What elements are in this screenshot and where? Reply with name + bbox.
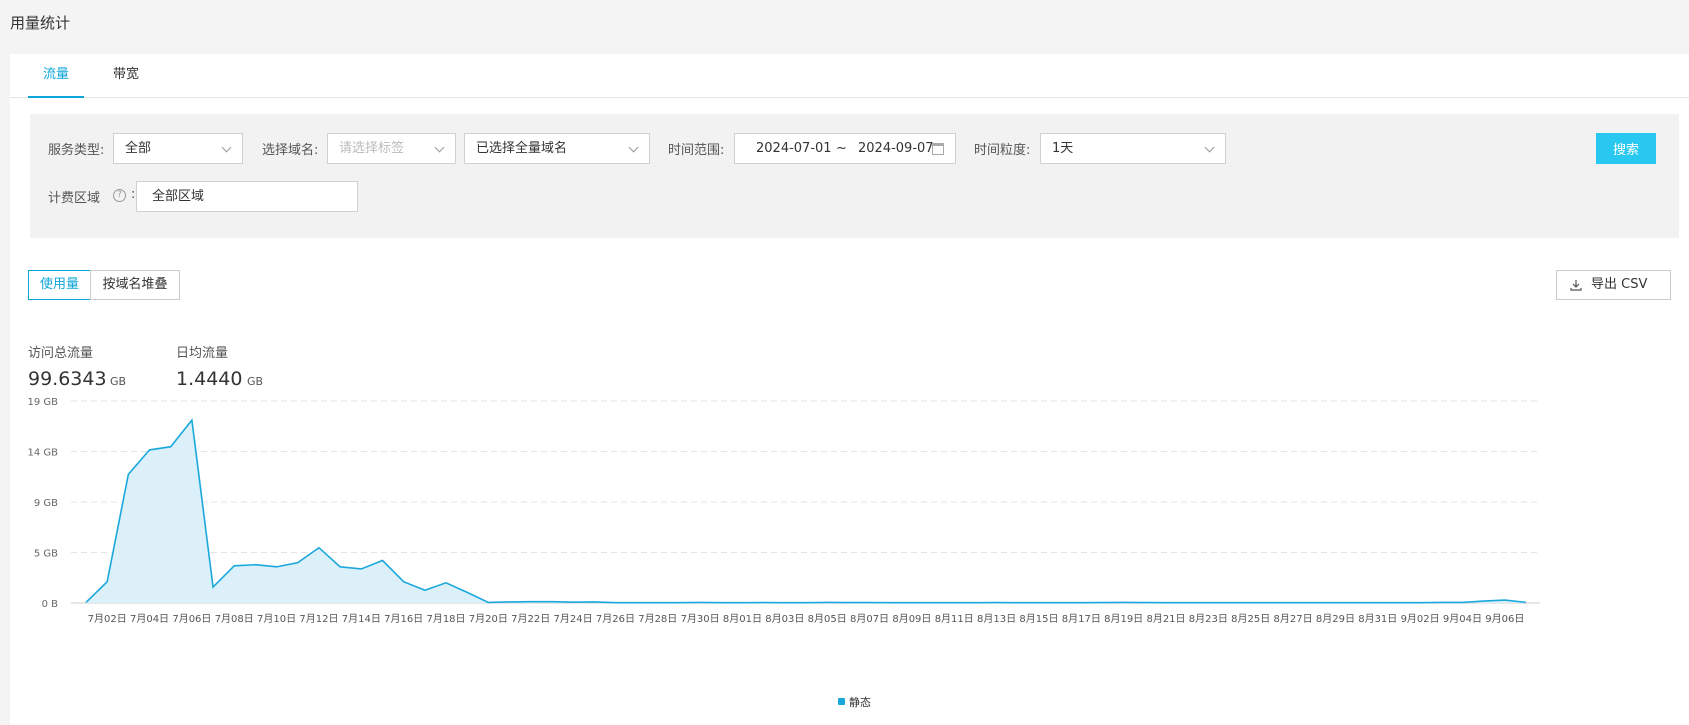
x-tick-label: 7月10日 xyxy=(257,613,296,625)
x-tick-label: 7月20日 xyxy=(469,613,508,625)
granularity-value: 1天 xyxy=(1052,141,1074,156)
chevron-down-icon xyxy=(221,142,232,153)
x-tick-label: 7月28日 xyxy=(638,613,677,625)
time-range-label: 时间范围: xyxy=(668,143,725,158)
y-tick-label: 14 GB xyxy=(27,448,58,459)
stack-by-domain-toggle[interactable]: 按域名堆叠 xyxy=(90,270,180,300)
x-tick-label: 8月03日 xyxy=(765,613,804,625)
x-tick-label: 8月27日 xyxy=(1274,613,1313,625)
x-tick-label: 8月11日 xyxy=(935,613,974,625)
download-icon xyxy=(1570,280,1582,291)
x-tick-label: 9月06日 xyxy=(1485,613,1524,625)
usage-toggle[interactable]: 使用量 xyxy=(28,270,91,300)
x-tick-label: 8月21日 xyxy=(1146,613,1185,625)
tab-bar: 流量 带宽 xyxy=(10,54,1689,98)
granularity-label: 时间粒度: xyxy=(974,143,1031,158)
search-button[interactable]: 搜索 xyxy=(1596,133,1656,164)
billing-region-label: 计费区域 xyxy=(48,191,101,206)
x-tick-label: 8月01日 xyxy=(723,613,762,625)
date-start: 2024-07-01 xyxy=(756,141,832,156)
x-tick-label: 8月31日 xyxy=(1358,613,1397,625)
help-icon[interactable]: ? xyxy=(113,189,126,202)
x-tick-label: 8月17日 xyxy=(1062,613,1101,625)
granularity-select[interactable]: 1天 xyxy=(1040,133,1226,164)
filter-panel: 服务类型: 全部 选择域名: 请选择标签 已选择全量域名 时间范围: 2024-… xyxy=(30,114,1679,238)
traffic-chart: 0 B 5 GB 9 GB 14 GB 19 GB 7月02日 7月04日 7月06日 7月08… xyxy=(27,397,1540,625)
service-type-label: 服务类型: xyxy=(48,143,105,158)
daily-traffic-label: 日均流量 xyxy=(176,346,229,361)
domain-label: 选择域名: xyxy=(262,143,319,158)
x-tick-label: 7月14日 xyxy=(342,613,381,625)
series-area-static xyxy=(86,420,1526,603)
x-tick-label: 9月02日 xyxy=(1401,613,1440,625)
x-tick-label: 8月09日 xyxy=(892,613,931,625)
domain-value: 已选择全量域名 xyxy=(476,141,568,156)
x-tick-label: 7月26日 xyxy=(596,613,635,625)
x-tick-label: 8月13日 xyxy=(977,613,1016,625)
x-tick-label: 9月04日 xyxy=(1443,613,1482,625)
billing-region-select[interactable]: 全部区域 xyxy=(136,181,358,212)
x-tick-label: 7月02日 xyxy=(88,613,127,625)
export-csv-button[interactable]: 导出 CSV xyxy=(1556,270,1671,300)
y-tick-label: 5 GB xyxy=(34,549,58,560)
x-tick-label: 8月07日 xyxy=(850,613,889,625)
x-tick-label: 7月04日 xyxy=(130,613,169,625)
export-csv-label: 导出 CSV xyxy=(1591,277,1648,292)
chevron-down-icon xyxy=(1204,142,1215,153)
x-tick-label: 8月19日 xyxy=(1104,613,1143,625)
date-separator: ~ xyxy=(836,141,847,156)
domain-select[interactable]: 已选择全量域名 xyxy=(464,133,650,164)
x-tick-label: 7月06日 xyxy=(172,613,211,625)
x-tick-label: 7月24日 xyxy=(554,613,593,625)
date-range-picker[interactable]: 2024-07-01 ~ 2024-09-07 xyxy=(734,133,956,164)
x-tick-label: 8月25日 xyxy=(1231,613,1270,625)
date-end: 2024-09-07 xyxy=(858,141,934,156)
tab-bandwidth[interactable]: 带宽 xyxy=(100,54,152,98)
legend-swatch xyxy=(838,698,845,705)
x-tick-label: 7月18日 xyxy=(426,613,465,625)
x-tick-label: 7月22日 xyxy=(511,613,550,625)
billing-region-colon: : xyxy=(131,187,136,202)
tag-select[interactable]: 请选择标签 xyxy=(327,133,456,164)
legend-label: 静态 xyxy=(849,696,871,709)
page-title: 用量统计 xyxy=(10,14,71,32)
billing-region-value: 全部区域 xyxy=(152,189,205,204)
x-tick-label: 7月30日 xyxy=(681,613,720,625)
y-tick-label: 9 GB xyxy=(34,498,58,509)
chevron-down-icon xyxy=(434,142,445,153)
x-tick-label: 7月12日 xyxy=(299,613,338,625)
x-tick-label: 8月23日 xyxy=(1189,613,1228,625)
main-card: 流量 带宽 服务类型: 全部 选择域名: 请选择标签 已选择全量域名 时间范围:… xyxy=(10,54,1689,725)
x-tick-label: 7月16日 xyxy=(384,613,423,625)
x-tick-label: 7月08日 xyxy=(215,613,254,625)
x-tick-label: 8月05日 xyxy=(808,613,847,625)
service-type-value: 全部 xyxy=(125,141,152,156)
service-type-select[interactable]: 全部 xyxy=(113,133,243,164)
y-tick-label: 19 GB xyxy=(27,397,58,408)
total-traffic-label: 访问总流量 xyxy=(28,346,94,361)
calendar-icon xyxy=(932,143,944,155)
chevron-down-icon xyxy=(628,142,639,153)
x-tick-label: 8月15日 xyxy=(1019,613,1058,625)
x-tick-label: 8月29日 xyxy=(1316,613,1355,625)
y-tick-label: 0 B xyxy=(42,599,59,610)
tab-traffic[interactable]: 流量 xyxy=(28,54,84,98)
tag-placeholder: 请选择标签 xyxy=(339,141,405,156)
